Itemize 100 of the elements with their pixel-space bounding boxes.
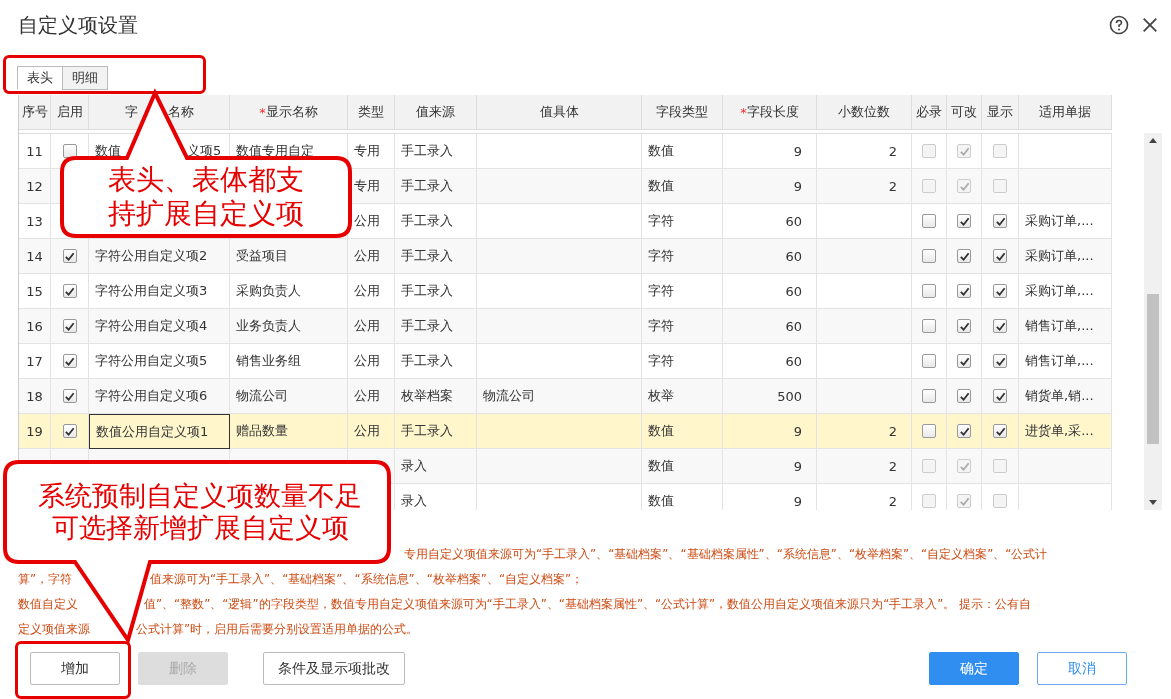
table-cell: 60 [785, 318, 802, 334]
table-cell: 字符公用自定义项5 [95, 352, 208, 370]
table-cell: 公用 [354, 317, 380, 335]
table-cell: 公用 [354, 212, 380, 230]
checkbox[interactable] [922, 319, 936, 333]
table-cell: 60 [785, 248, 802, 264]
table-row[interactable]: 17 字符公用自定义项5 销售业务组 公用 手工录入 字符 60 销售订单,... [19, 344, 1112, 379]
table-cell: 业务负责人 [236, 317, 301, 335]
tab[interactable]: 表头 [17, 66, 63, 90]
checkbox[interactable] [922, 354, 936, 368]
column-header: *字段长度 [723, 95, 817, 130]
checkbox[interactable] [922, 459, 936, 473]
scrollbar[interactable] [1144, 133, 1162, 510]
column-header: 显示 [982, 95, 1019, 130]
checkbox[interactable] [993, 354, 1007, 368]
table-cell: 2 [888, 143, 897, 159]
table-cell: 受益项目 [236, 247, 288, 265]
table-cell: 字符公用自定义项6 [95, 387, 208, 405]
checkbox[interactable] [993, 214, 1007, 228]
checkbox[interactable] [62, 354, 77, 368]
table-cell: 9 [793, 458, 802, 474]
checkbox[interactable] [62, 319, 77, 333]
checkbox[interactable] [957, 284, 971, 298]
action-button[interactable]: 增加 [30, 652, 120, 685]
table-cell: 手工录入 [401, 142, 453, 160]
table-cell: 进货单,采... [1025, 422, 1094, 440]
table-cell: 数值 [648, 457, 674, 475]
table-cell: 销售订单,... [1025, 352, 1094, 370]
checkbox[interactable] [922, 144, 936, 158]
table-cell: 采购订单,... [1025, 247, 1094, 265]
table-cell: 物流公司 [483, 387, 535, 405]
table-cell: 9 [793, 143, 802, 159]
row-number: 12 [26, 178, 43, 194]
table-row[interactable]: 15 字符公用自定义项3 采购负责人 公用 手工录入 字符 60 采购订单,... [19, 274, 1112, 309]
checkbox[interactable] [993, 284, 1007, 298]
column-header: 启用 [51, 95, 89, 130]
checkbox[interactable] [957, 424, 971, 438]
table-cell: 公用 [354, 352, 380, 370]
header-text-fragment: 字 [124, 103, 138, 121]
table-cell: 公用 [354, 387, 380, 405]
checkbox[interactable] [957, 354, 971, 368]
checkbox[interactable] [957, 144, 971, 158]
checkbox[interactable] [922, 249, 936, 263]
checkbox[interactable] [993, 179, 1007, 193]
checkbox[interactable] [993, 319, 1007, 333]
checkbox[interactable] [62, 424, 77, 438]
table-row[interactable]: 18 字符公用自定义项6 物流公司 公用 枚举档案 物流公司 枚举 500 销货单,销... [19, 379, 1112, 414]
column-header: 类型 [348, 95, 395, 130]
checkbox[interactable] [62, 249, 77, 263]
table-cell: 录入 [401, 492, 427, 510]
checkbox[interactable] [62, 389, 77, 403]
close-icon[interactable] [1141, 16, 1159, 34]
row-number: 19 [26, 423, 43, 439]
table-cell: 2 [888, 458, 897, 474]
checkbox[interactable] [62, 144, 77, 158]
cancel-button[interactable]: 取消 [1037, 652, 1127, 685]
table-cell: 字符 [648, 247, 674, 265]
table-cell: 字符 [648, 352, 674, 370]
checkbox[interactable] [922, 389, 936, 403]
table-cell: 录入 [401, 457, 427, 475]
tab[interactable]: 明细 [62, 66, 108, 90]
checkbox[interactable] [993, 459, 1007, 473]
table-row[interactable]: 16 字符公用自定义项4 业务负责人 公用 手工录入 字符 60 销售订单,... [19, 309, 1112, 344]
checkbox[interactable] [922, 494, 936, 508]
arrow-down-icon[interactable] [1148, 499, 1158, 507]
checkbox[interactable] [993, 249, 1007, 263]
checkbox[interactable] [957, 459, 971, 473]
checkbox[interactable] [993, 424, 1007, 438]
checkbox[interactable] [957, 214, 971, 228]
table-row[interactable]: 14 字符公用自定义项2 受益项目 公用 手工录入 字符 60 采购订单,... [19, 239, 1112, 274]
checkbox[interactable] [993, 389, 1007, 403]
table-row[interactable]: 19 数值公用自定义项1 赠品数量 公用 手工录入 数值 9 2 进货单,采... [19, 414, 1112, 449]
table-cell: 数值 [648, 492, 674, 510]
checkbox[interactable] [957, 319, 971, 333]
table-cell: 数值 [648, 422, 674, 440]
checkbox[interactable] [922, 214, 936, 228]
table-cell: 手工录入 [401, 212, 453, 230]
checkbox[interactable] [993, 144, 1007, 158]
checkbox[interactable] [957, 389, 971, 403]
checkbox[interactable] [62, 284, 77, 298]
column-header: 必录 [912, 95, 947, 130]
table-cell: 9 [793, 423, 802, 439]
table-cell: 2 [888, 493, 897, 509]
action-button[interactable]: 条件及显示项批改 [263, 652, 405, 685]
checkbox[interactable] [922, 179, 936, 193]
window-title: 自定义项设置 [18, 11, 138, 39]
checkbox[interactable] [957, 179, 971, 193]
arrow-up-icon[interactable] [1148, 136, 1158, 144]
table-cell: 手工录入 [401, 282, 453, 300]
table-cell: 销售订单,... [1025, 317, 1094, 335]
help-icon[interactable] [1109, 15, 1129, 35]
checkbox[interactable] [922, 424, 936, 438]
table-cell: 60 [785, 353, 802, 369]
checkbox[interactable] [957, 249, 971, 263]
checkbox[interactable] [957, 494, 971, 508]
table-cell: 字符 [648, 317, 674, 335]
checkbox[interactable] [922, 284, 936, 298]
checkbox[interactable] [993, 494, 1007, 508]
row-number: 11 [26, 143, 43, 159]
table-cell: 采购负责人 [236, 282, 301, 300]
